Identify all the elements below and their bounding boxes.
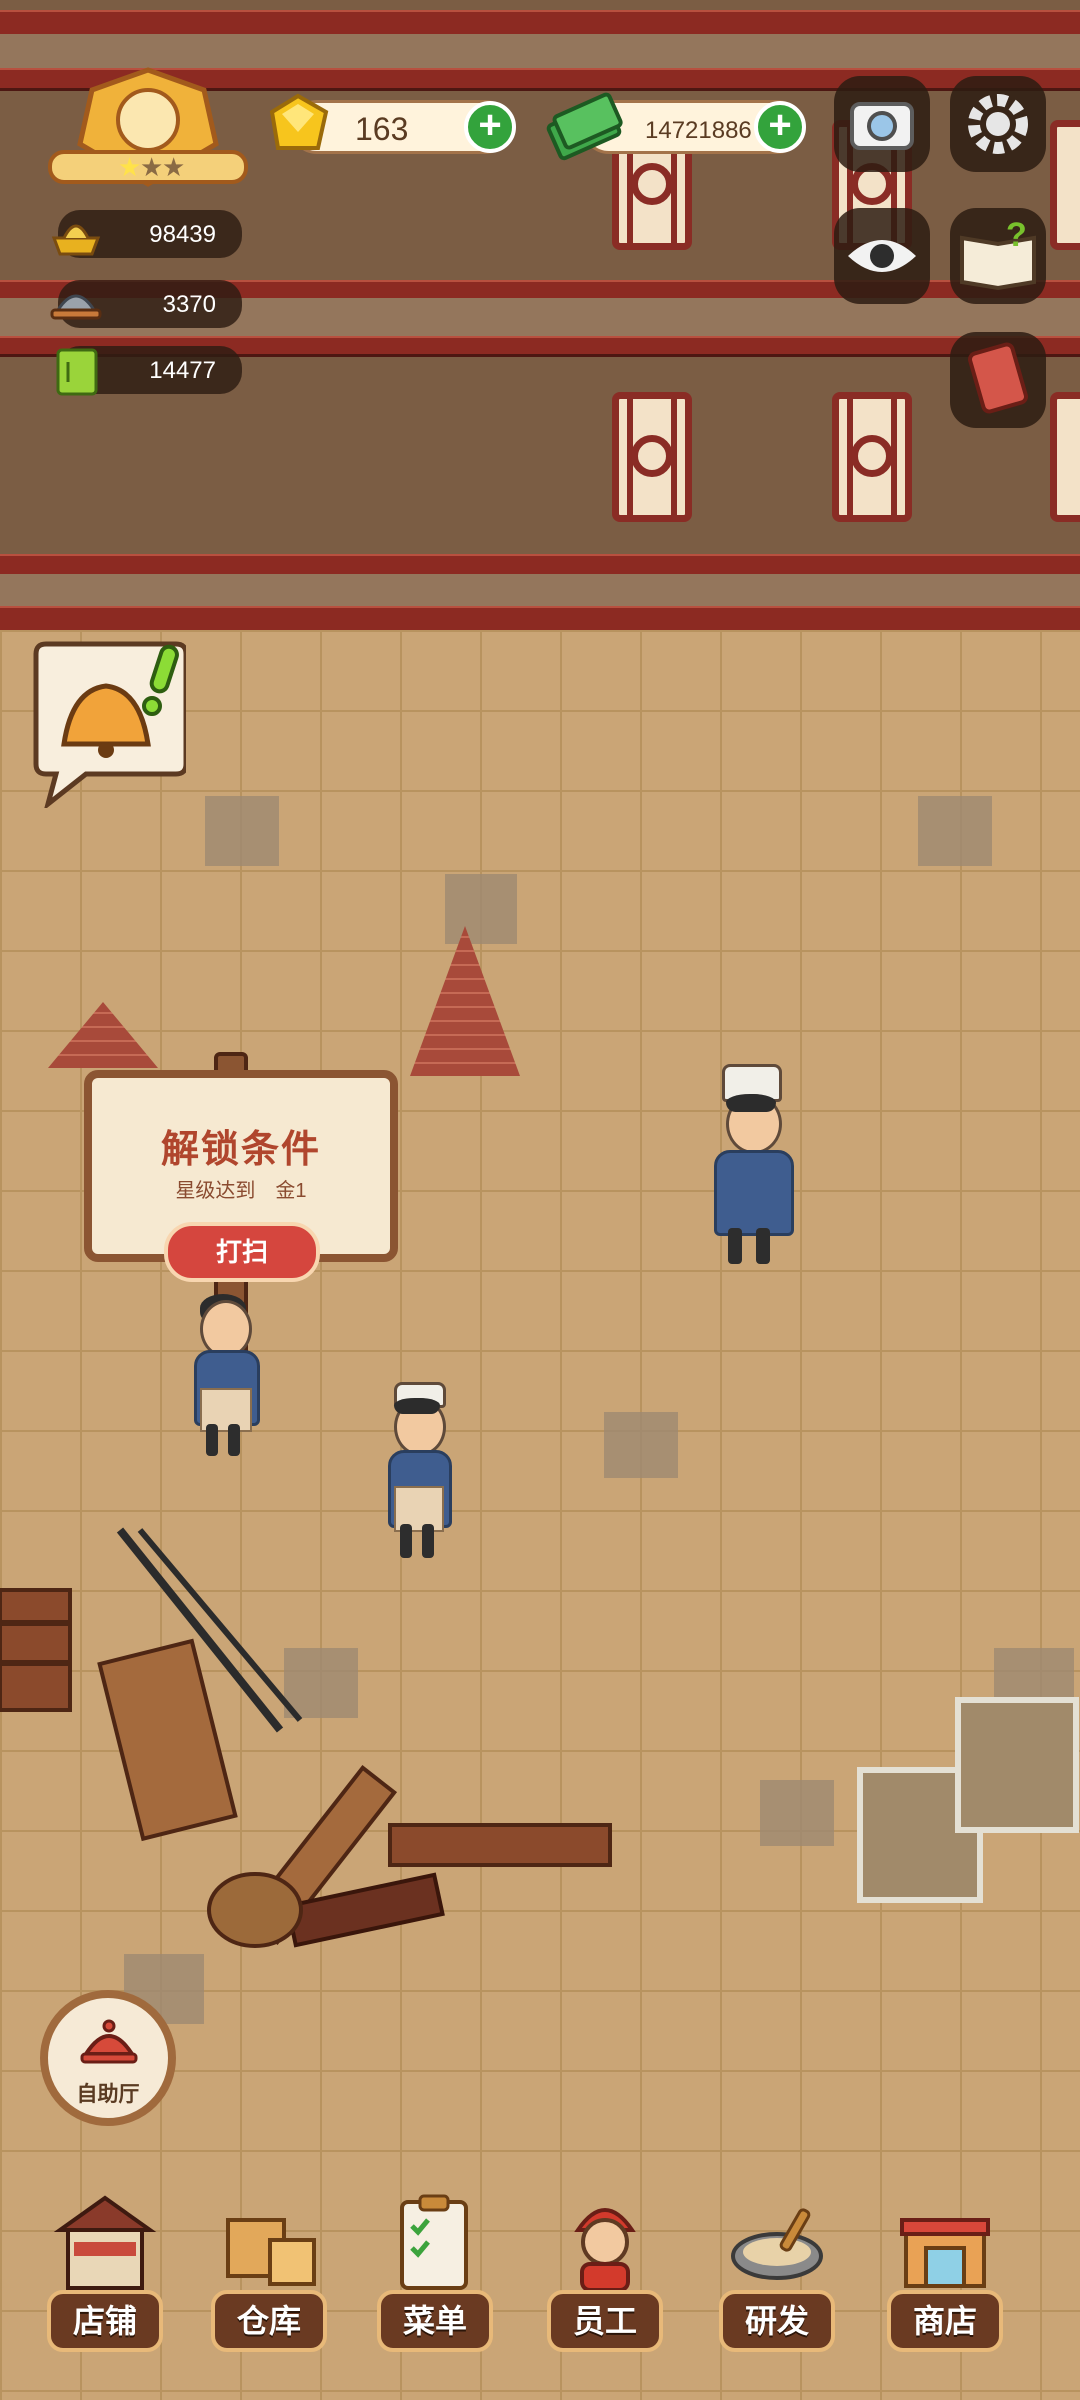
gem-value: 163 — [355, 111, 409, 147]
view-button[interactable] — [834, 208, 930, 304]
lattice-window — [612, 392, 692, 522]
floor-stain — [205, 796, 279, 866]
cloche-icon — [80, 2019, 138, 2064]
camera-icon — [850, 102, 914, 150]
journal-button[interactable] — [950, 332, 1046, 428]
warehouse-boxes-icon — [226, 2218, 316, 2286]
nav-research-label: 研发 — [719, 2290, 835, 2352]
gem-icon — [258, 88, 338, 173]
cash-value: 14721886 — [645, 117, 752, 144]
add-gem-button[interactable]: + — [464, 101, 516, 153]
nav-menu[interactable]: 菜单 — [370, 2180, 500, 2390]
buffet-hall-label: 自助厅 — [76, 2083, 140, 2106]
journal-icon — [968, 342, 1028, 414]
staff-waitress-icon — [574, 2208, 636, 2292]
floor-stain — [604, 1412, 678, 1478]
menu-clipboard-icon — [400, 2194, 468, 2290]
nav-shop[interactable]: 店铺 — [40, 2180, 170, 2390]
recipe-book-icon — [48, 342, 108, 409]
unlock-requirement: 星级达到 金1 — [175, 1180, 307, 1202]
gear-icon — [968, 94, 1028, 154]
buffet-hall-button[interactable]: 自助厅 — [40, 1990, 176, 2126]
svg-text:?: ? — [1006, 216, 1027, 254]
settings-button[interactable] — [950, 76, 1046, 172]
nav-staff-label: 员工 — [547, 2290, 663, 2352]
wall-shelf — [0, 574, 1080, 610]
chef-rank-badge[interactable]: ★ ★ ★ — [48, 64, 248, 194]
nav-shop-label: 店铺 — [47, 2290, 163, 2352]
dish-value: 3370 — [162, 291, 216, 318]
eye-icon — [848, 240, 916, 272]
nav-store[interactable]: 商店 — [880, 2180, 1010, 2390]
cash-stack-icon — [544, 82, 630, 173]
lattice-window — [1050, 120, 1080, 250]
broken-brick-pile — [48, 1002, 158, 1068]
wall-rail — [0, 12, 1080, 34]
wall-rail — [0, 608, 1080, 630]
broken-brick-pile — [410, 926, 520, 1076]
shop-building-icon — [53, 2195, 157, 2290]
cloche-tray-icon — [46, 274, 106, 341]
guide-book-button[interactable]: ? — [950, 208, 1046, 304]
nav-warehouse-label: 仓库 — [211, 2290, 327, 2352]
wall-rail — [0, 556, 1080, 574]
svg-text:★: ★ — [162, 152, 185, 182]
nav-menu-label: 菜单 — [377, 2290, 493, 2352]
sweep-button[interactable]: 打扫 — [164, 1222, 320, 1282]
nav-warehouse[interactable]: 仓库 — [204, 2180, 334, 2390]
waiter-character[interactable] — [380, 1378, 460, 1564]
help-book-icon: ? — [960, 216, 1036, 291]
store-stall-icon — [900, 2218, 990, 2288]
dish-counter: 3370 — [50, 280, 242, 328]
recipe-counter: 14477 — [56, 346, 242, 396]
gold-counter: 98439 — [51, 210, 242, 258]
svg-text:★: ★ — [118, 152, 141, 182]
chef-character[interactable] — [700, 1060, 810, 1270]
debris-pile — [0, 1527, 1079, 1948]
add-cash-button[interactable]: + — [754, 101, 806, 153]
nav-research[interactable]: 研发 — [712, 2180, 842, 2390]
lattice-window — [832, 392, 912, 522]
recipe-value: 14477 — [149, 357, 216, 384]
floor-stain — [918, 796, 992, 866]
notification-bell-button[interactable] — [26, 640, 189, 811]
research-wok-icon — [731, 2208, 823, 2280]
waitress-character[interactable] — [186, 1290, 266, 1462]
floor-stain — [445, 874, 517, 944]
restaurant-floor — [0, 630, 1080, 2400]
nav-staff[interactable]: 员工 — [540, 2180, 670, 2390]
unlock-title: 解锁条件 — [160, 1129, 321, 1171]
camera-button[interactable] — [834, 76, 930, 172]
gold-ingot-icon — [46, 204, 106, 271]
lattice-window — [1050, 392, 1080, 522]
nav-store-label: 商店 — [887, 2290, 1003, 2352]
svg-text:★: ★ — [140, 152, 163, 182]
gold-value: 98439 — [149, 221, 216, 248]
